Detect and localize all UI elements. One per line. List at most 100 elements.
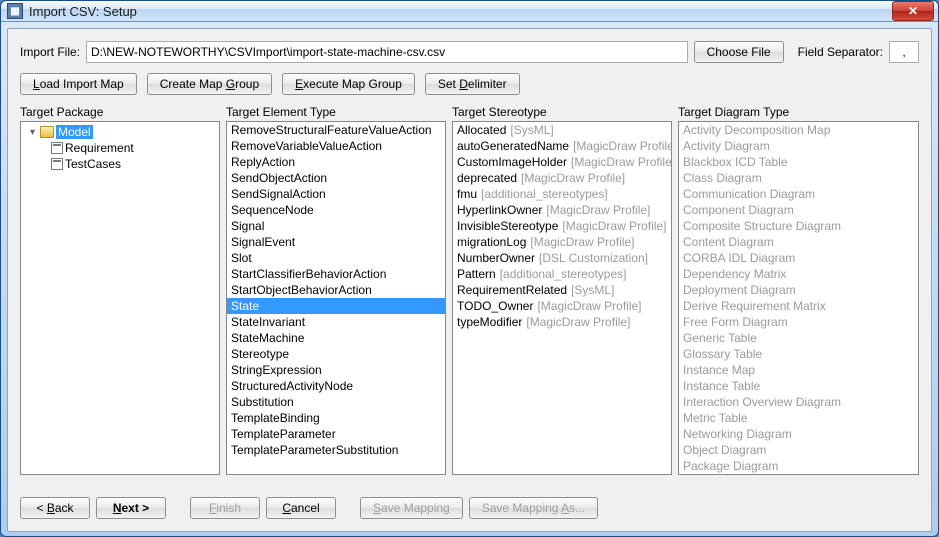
diagram-type-item[interactable]: Glossary Table <box>679 346 918 362</box>
app-icon: ▦ <box>7 3 23 19</box>
diagram-type-item[interactable]: Blackbox ICD Table <box>679 154 918 170</box>
element-type-item[interactable]: State <box>227 298 445 314</box>
close-button[interactable]: ✕ <box>892 1 934 21</box>
element-type-item[interactable]: StringExpression <box>227 362 445 378</box>
diagram-type-item[interactable]: Metric Table <box>679 410 918 426</box>
stereotype-list[interactable]: Allocated[SysML]autoGeneratedName[MagicD… <box>452 121 672 475</box>
load-import-map-button[interactable]: Load Import Map <box>20 73 137 95</box>
diagram-type-item[interactable]: Package Diagram <box>679 458 918 474</box>
element-type-item[interactable]: SequenceNode <box>227 202 445 218</box>
diagram-type-item[interactable]: Object Diagram <box>679 442 918 458</box>
element-type-item[interactable]: StateInvariant <box>227 314 445 330</box>
stereotype-item[interactable]: typeModifier [MagicDraw Profile] <box>453 314 671 330</box>
field-separator-input[interactable] <box>889 41 919 63</box>
import-file-input[interactable] <box>86 41 688 63</box>
file-row: Import File: Choose File Field Separator… <box>20 41 919 63</box>
stereotype-item[interactable]: RequirementRelated[SysML] <box>453 282 671 298</box>
stereotype-item[interactable]: HyperlinkOwner[MagicDraw Profile] <box>453 202 671 218</box>
stereotype-name: InvisibleStereotype <box>457 219 558 233</box>
element-type-item[interactable]: TemplateBinding <box>227 410 445 426</box>
element-type-item[interactable]: StartClassifierBehaviorAction <box>227 266 445 282</box>
diagram-type-item[interactable]: Instance Table <box>679 378 918 394</box>
diagram-type-item[interactable]: Derive Requirement Matrix <box>679 298 918 314</box>
element-type-item[interactable]: TemplateParameterSubstitution <box>227 442 445 458</box>
stereotype-name: deprecated <box>457 171 517 185</box>
diagram-type-item[interactable]: Activity Decomposition Map <box>679 122 918 138</box>
stereotype-name: TODO_Owner <box>457 299 533 313</box>
package-tree[interactable]: ▾ Model RequirementTestCases <box>20 121 220 475</box>
stereotype-name: typeModifier <box>457 315 522 329</box>
element-type-item[interactable]: StartObjectBehaviorAction <box>227 282 445 298</box>
folder-icon <box>40 126 54 138</box>
diagram-type-item[interactable]: Dependency Matrix <box>679 266 918 282</box>
stereotype-profile: [MagicDraw Profile] <box>562 219 666 233</box>
element-type-item[interactable]: StructuredActivityNode <box>227 378 445 394</box>
element-type-item[interactable]: StateMachine <box>227 330 445 346</box>
stereotype-name: NumberOwner <box>457 251 535 265</box>
element-type-item[interactable]: Substitution <box>227 394 445 410</box>
package-icon <box>51 142 63 154</box>
diagram-type-item[interactable]: Component Diagram <box>679 202 918 218</box>
stereotype-name: Pattern <box>457 267 496 281</box>
stereotype-name: HyperlinkOwner <box>457 203 542 217</box>
stereotype-item[interactable]: autoGeneratedName[MagicDraw Profile] <box>453 138 671 154</box>
element-type-item[interactable]: SignalEvent <box>227 234 445 250</box>
stereotype-item[interactable]: InvisibleStereotype [MagicDraw Profile] <box>453 218 671 234</box>
element-type-item[interactable]: SendObjectAction <box>227 170 445 186</box>
element-type-item[interactable]: RemoveVariableValueAction <box>227 138 445 154</box>
collapse-icon[interactable]: ▾ <box>27 127 38 138</box>
diagram-type-item[interactable]: Networking Diagram <box>679 426 918 442</box>
stereotype-profile: [MagicDraw Profile] <box>526 315 630 329</box>
cancel-button[interactable]: Cancel <box>266 497 336 519</box>
element-type-item[interactable]: SendSignalAction <box>227 186 445 202</box>
diagram-type-item[interactable]: Activity Diagram <box>679 138 918 154</box>
element-type-item[interactable]: Stereotype <box>227 346 445 362</box>
execute-map-group-button[interactable]: Execute Map Group <box>282 73 415 95</box>
stereotype-item[interactable]: Pattern [additional_stereotypes] <box>453 266 671 282</box>
element-type-item[interactable]: ReplyAction <box>227 154 445 170</box>
diagram-type-item[interactable]: Class Diagram <box>679 170 918 186</box>
diagram-type-item[interactable]: Generic Table <box>679 330 918 346</box>
diagram-type-item[interactable]: Composite Structure Diagram <box>679 218 918 234</box>
import-file-label: Import File: <box>20 45 80 59</box>
stereotype-name: fmu <box>457 187 477 201</box>
target-diagram-type-column: Target Diagram Type Activity Decompositi… <box>678 105 919 475</box>
stereotype-item[interactable]: NumberOwner [DSL Customization] <box>453 250 671 266</box>
tree-child[interactable]: Requirement <box>23 140 217 156</box>
diagram-type-list[interactable]: Activity Decomposition MapActivity Diagr… <box>678 121 919 475</box>
next-button[interactable]: Next > <box>96 497 166 519</box>
toolbar: Load Import Map Create Map Group Execute… <box>20 73 919 95</box>
element-type-item[interactable]: TemplateParameter <box>227 426 445 442</box>
stereotype-name: Allocated <box>457 123 506 137</box>
diagram-type-item[interactable]: CORBA IDL Diagram <box>679 250 918 266</box>
target-package-column: Target Package ▾ Model RequirementTestCa… <box>20 105 220 475</box>
stereotype-name: autoGeneratedName <box>457 139 569 153</box>
stereotype-item[interactable]: TODO_Owner[MagicDraw Profile] <box>453 298 671 314</box>
tree-child-label: TestCases <box>65 157 121 171</box>
element-type-list[interactable]: RemoveStructuralFeatureValueActionRemove… <box>226 121 446 475</box>
tree-root[interactable]: ▾ Model <box>23 124 217 140</box>
stereotype-item[interactable]: fmu[additional_stereotypes] <box>453 186 671 202</box>
stereotype-profile: [additional_stereotypes] <box>500 267 627 281</box>
stereotype-name: RequirementRelated <box>457 283 567 297</box>
target-element-type-column: Target Element Type RemoveStructuralFeat… <box>226 105 446 475</box>
stereotype-item[interactable]: CustomImageHolder[MagicDraw Profile] <box>453 154 671 170</box>
choose-file-button[interactable]: Choose File <box>694 41 784 63</box>
element-type-item[interactable]: Slot <box>227 250 445 266</box>
stereotype-profile: [DSL Customization] <box>539 251 648 265</box>
diagram-type-item[interactable]: Communication Diagram <box>679 186 918 202</box>
create-map-group-button[interactable]: Create Map Group <box>147 73 272 95</box>
diagram-type-item[interactable]: Deployment Diagram <box>679 282 918 298</box>
element-type-item[interactable]: RemoveStructuralFeatureValueAction <box>227 122 445 138</box>
stereotype-item[interactable]: Allocated[SysML] <box>453 122 671 138</box>
stereotype-item[interactable]: migrationLog[MagicDraw Profile] <box>453 234 671 250</box>
diagram-type-item[interactable]: Interaction Overview Diagram <box>679 394 918 410</box>
stereotype-item[interactable]: deprecated[MagicDraw Profile] <box>453 170 671 186</box>
back-button[interactable]: < Back <box>20 497 90 519</box>
tree-child[interactable]: TestCases <box>23 156 217 172</box>
diagram-type-item[interactable]: Free Form Diagram <box>679 314 918 330</box>
diagram-type-item[interactable]: Content Diagram <box>679 234 918 250</box>
element-type-item[interactable]: Signal <box>227 218 445 234</box>
diagram-type-item[interactable]: Instance Map <box>679 362 918 378</box>
set-delimiter-button[interactable]: Set Delimiter <box>425 73 520 95</box>
